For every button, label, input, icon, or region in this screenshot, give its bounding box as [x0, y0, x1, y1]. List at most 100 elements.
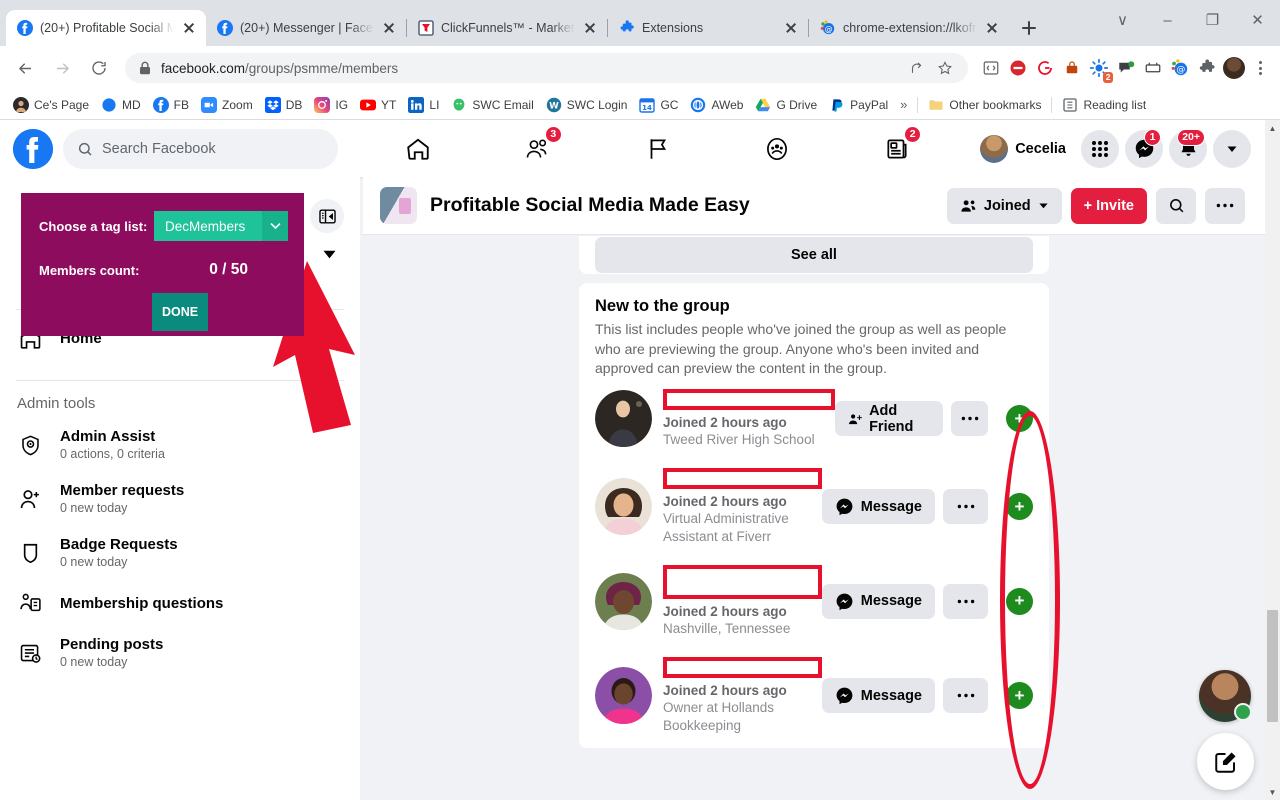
- chevron-up-icon[interactable]: [326, 394, 342, 412]
- group-search-button[interactable]: [1156, 187, 1196, 224]
- message-button[interactable]: Message: [821, 489, 935, 524]
- menu-grid-button[interactable]: [1081, 129, 1119, 168]
- minimize-button[interactable]: –: [1145, 0, 1190, 40]
- bookmark-db[interactable]: DB: [259, 95, 309, 115]
- scrollbar-thumb[interactable]: [1267, 610, 1278, 722]
- grammarly-icon[interactable]: [1032, 55, 1058, 81]
- bookmark-swc-login[interactable]: W SWC Login: [540, 95, 634, 115]
- bookmark-md[interactable]: MD: [95, 95, 147, 115]
- address-bar[interactable]: facebook.com/groups/psmme/members: [125, 53, 968, 83]
- group-more-button[interactable]: ellipsis-icon: [1205, 187, 1245, 224]
- add-tag-button[interactable]: +: [1006, 405, 1033, 432]
- sidebar-item-member-requests[interactable]: Member requests 0 new today: [0, 472, 360, 526]
- message-button[interactable]: Message: [821, 678, 935, 713]
- share-icon[interactable]: [904, 55, 930, 81]
- joined-button[interactable]: Joined: [946, 187, 1062, 224]
- bookmark-gc[interactable]: 14 GC: [633, 95, 684, 115]
- member-more-button[interactable]: [951, 401, 988, 436]
- forward-button[interactable]: [45, 51, 79, 85]
- sidebar-item-pending-posts[interactable]: Pending posts 0 new today: [0, 626, 360, 680]
- avatar[interactable]: [595, 478, 652, 535]
- capture-icon[interactable]: [1140, 55, 1166, 81]
- puzzle-icon[interactable]: [1194, 55, 1220, 81]
- maximize-button[interactable]: ❐: [1190, 0, 1235, 40]
- bookmark-aweb[interactable]: AWeb: [684, 95, 749, 115]
- sun-icon[interactable]: 2: [1086, 55, 1113, 83]
- search-input[interactable]: Search Facebook: [63, 128, 338, 169]
- add-tag-button[interactable]: +: [1006, 587, 1033, 615]
- sidebar-item-badge-requests[interactable]: Badge Requests 0 new today: [0, 526, 360, 580]
- browser-tab-4[interactable]: @ chrome-extension://lkofn: [809, 10, 1009, 46]
- avatar[interactable]: [595, 572, 652, 630]
- tab-search-icon[interactable]: ∨: [1100, 0, 1145, 40]
- chrome-menu-button[interactable]: [1248, 55, 1272, 81]
- back-button[interactable]: [8, 51, 42, 85]
- group-avatar[interactable]: [380, 187, 417, 224]
- chat-contact-avatar[interactable]: [1199, 670, 1252, 722]
- sidebar-expand-chevron[interactable]: [323, 247, 336, 262]
- add-tag-button[interactable]: +: [1006, 493, 1033, 520]
- messenger-button[interactable]: 1: [1125, 128, 1163, 168]
- tag-list-select[interactable]: DecMembers: [154, 211, 288, 241]
- close-icon[interactable]: [783, 20, 799, 36]
- sidebar-section-admin-tools[interactable]: Admin tools: [0, 381, 360, 418]
- facebook-logo-icon[interactable]: [13, 128, 53, 169]
- sidebar-item-membership-questions[interactable]: Membership questions: [0, 580, 360, 626]
- honey-icon[interactable]: [1059, 55, 1085, 81]
- message-button[interactable]: Message: [821, 583, 935, 619]
- bookmark-zoom[interactable]: Zoom: [195, 95, 259, 115]
- extension-at-icon[interactable]: @: [1167, 55, 1193, 81]
- bookmark-g-drive[interactable]: G Drive: [749, 95, 823, 115]
- browser-tab-1[interactable]: (20+) Messenger | Facebo: [206, 10, 406, 46]
- add-friend-button[interactable]: Add Friend: [835, 401, 944, 436]
- new-tab-button[interactable]: [1015, 14, 1043, 42]
- speech-bubble-icon[interactable]: [1113, 55, 1139, 81]
- bookmark-ig[interactable]: IG: [308, 95, 354, 115]
- bookmark-li[interactable]: LI: [402, 95, 445, 115]
- member-more-button[interactable]: [943, 678, 988, 713]
- bookmarks-overflow-button[interactable]: »: [894, 97, 913, 112]
- avatar[interactable]: [595, 667, 652, 724]
- close-icon[interactable]: [181, 20, 197, 36]
- add-tag-button[interactable]: +: [1006, 682, 1033, 709]
- code-brackets-icon[interactable]: [978, 55, 1004, 81]
- sidebar-collapse-button[interactable]: [310, 199, 344, 233]
- see-all-button[interactable]: See all: [595, 237, 1033, 273]
- nav-home[interactable]: [392, 127, 444, 171]
- nav-friends[interactable]: 3: [512, 125, 564, 171]
- bookmark-swc-email[interactable]: SWC Email: [445, 95, 539, 115]
- scroll-down-arrow[interactable]: ▼: [1265, 784, 1280, 800]
- browser-tab-2[interactable]: ClickFunnels™ - Marketin: [407, 10, 607, 46]
- nav-news[interactable]: 2: [871, 125, 923, 171]
- notifications-button[interactable]: 20+: [1169, 128, 1207, 168]
- close-icon[interactable]: [381, 20, 397, 36]
- compose-button[interactable]: [1197, 733, 1254, 790]
- member-more-button[interactable]: [943, 583, 988, 619]
- chevron-down-icon[interactable]: [262, 211, 288, 241]
- scroll-up-arrow[interactable]: ▲: [1265, 120, 1280, 136]
- account-menu-button[interactable]: [1213, 129, 1251, 168]
- close-window-button[interactable]: ✕: [1235, 0, 1280, 40]
- nav-groups[interactable]: [751, 127, 803, 171]
- reload-button[interactable]: [82, 51, 116, 85]
- bookmark-ces-page[interactable]: Ce's Page: [7, 95, 95, 115]
- browser-tab-3[interactable]: Extensions: [608, 10, 808, 46]
- close-icon[interactable]: [582, 20, 598, 36]
- avatar[interactable]: [595, 390, 652, 447]
- bookmark-yt[interactable]: YT: [354, 95, 402, 115]
- star-icon[interactable]: [932, 55, 958, 81]
- invite-button[interactable]: + Invite: [1070, 187, 1147, 224]
- bookmark-paypal[interactable]: PayPal: [823, 95, 894, 115]
- chrome-profile-avatar[interactable]: [1221, 55, 1247, 81]
- reading-list-button[interactable]: Reading list: [1056, 95, 1152, 115]
- nav-pages[interactable]: [632, 127, 684, 171]
- done-button[interactable]: DONE: [152, 293, 208, 331]
- sidebar-item-admin-assist[interactable]: Admin Assist 0 actions, 0 criteria: [0, 418, 360, 472]
- close-icon[interactable]: [984, 20, 1000, 36]
- bookmark-fb[interactable]: FB: [147, 95, 195, 115]
- page-scrollbar[interactable]: ▲ ▼: [1265, 120, 1280, 800]
- member-more-button[interactable]: [943, 489, 988, 524]
- adblock-icon[interactable]: [1005, 55, 1031, 81]
- other-bookmarks-folder[interactable]: Other bookmarks: [922, 95, 1047, 115]
- profile-button[interactable]: Cecelia: [977, 132, 1075, 166]
